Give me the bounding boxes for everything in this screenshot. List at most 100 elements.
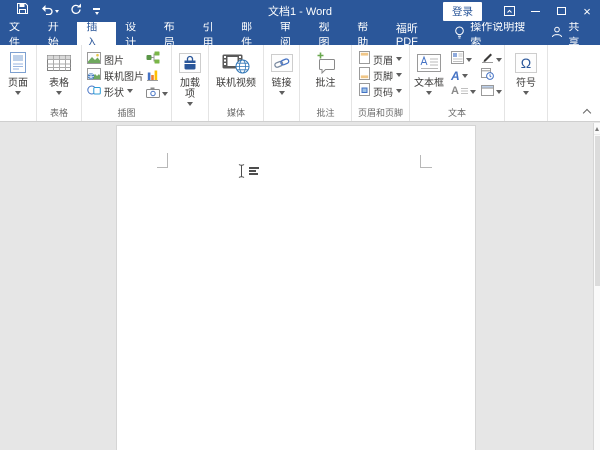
pages-icon [8,50,28,76]
header-dropdown-caret [396,57,402,61]
smartart-icon [146,51,160,69]
header-icon [359,51,370,67]
date-time-button[interactable] [481,69,502,82]
minimize-button[interactable] [522,0,548,22]
click-and-type-align-icon [249,167,259,175]
addins-button[interactable]: 加载项 [175,48,205,121]
scroll-up-button[interactable] [594,123,600,135]
ribbon-group-text: 文本框 A A [410,45,505,121]
links-button[interactable]: 链接 [269,48,295,121]
symbol-button[interactable]: Ω 符号 [513,48,539,121]
tab-layout[interactable]: 布局 [155,22,194,45]
customize-qat-button[interactable] [93,8,100,15]
screenshot-icon [146,85,160,103]
drop-cap-dropdown-caret [470,90,476,94]
tab-mailings[interactable]: 邮件 [232,22,271,45]
tab-home[interactable]: 开始 [39,22,78,45]
pictures-button[interactable]: 图片 [85,51,146,67]
title-bar: 文档1 - Word 登录 × [0,0,600,22]
shapes-dropdown-caret [127,89,133,93]
footer-dropdown-caret [396,73,402,77]
document-page[interactable] [116,125,476,450]
group-label-text: 文本 [410,106,504,119]
tab-review[interactable]: 审阅 [271,22,310,45]
page-number-button[interactable]: 页码 [357,83,404,99]
chart-button[interactable] [146,70,168,83]
redo-button[interactable] [70,2,82,20]
tab-design[interactable]: 设计 [116,22,155,45]
person-icon [551,26,563,41]
online-video-icon [222,50,250,76]
tab-references[interactable]: 引用 [193,22,232,45]
tab-insert[interactable]: 插入 [77,22,116,45]
online-picture-icon [87,68,101,83]
group-label-header-footer: 页眉和页脚 [352,106,409,119]
page-number-dropdown-caret [396,89,402,93]
page-number-icon [359,83,370,99]
text-cursor-icon [237,163,246,184]
addins-dropdown-caret [187,102,193,106]
ribbon-display-options-icon [504,4,515,19]
quick-parts-icon [451,51,464,69]
vertical-scrollbar[interactable] [593,123,600,450]
object-button[interactable] [481,85,502,98]
ribbon-group-media: 联机视频 媒体 [209,45,264,121]
tab-help[interactable]: 帮助 [348,22,387,45]
tab-view[interactable]: 视图 [310,22,349,45]
group-label-media: 媒体 [209,106,263,119]
scrollbar-thumb[interactable] [595,136,600,286]
collapse-ribbon-button[interactable] [583,108,591,116]
wordart-dropdown-caret [462,74,468,78]
document-area [0,122,600,450]
drop-cap-button[interactable]: A [451,85,476,98]
signature-line-button[interactable] [481,53,502,66]
margin-mark-top-right-icon [420,155,432,168]
lightbulb-icon [454,26,465,42]
tell-me-search[interactable]: 操作说明搜索 [446,22,539,45]
ribbon-group-comments: 批注 批注 [300,45,352,121]
online-pictures-button[interactable]: 联机图片 [85,67,146,83]
ribbon-group-addins: 加载项 [172,45,209,121]
undo-button[interactable] [40,2,59,20]
comment-icon [315,50,337,76]
shapes-button[interactable]: 形状 [85,83,146,99]
tab-file[interactable]: 文件 [0,22,39,45]
chart-icon [146,68,159,86]
pages-button[interactable]: 页面 [6,48,30,121]
smartart-button[interactable] [146,53,168,66]
redo-icon [70,2,82,20]
header-button[interactable]: 页眉 [357,51,404,67]
customize-qat-icon [93,8,100,10]
close-icon: × [583,4,591,19]
group-label-illustrations: 插图 [82,106,171,119]
textbox-dropdown-caret [426,91,432,95]
maximize-button[interactable] [548,0,574,22]
tab-foxit-pdf[interactable]: 福昕PDF [387,22,446,45]
word-window: 文档1 - Word 登录 × 文件 开始 插入 设计 布局 引用 邮件 审阅 … [0,0,600,450]
undo-icon [40,2,53,20]
ribbon-group-header-footer: 页眉 页脚 页码 页眉和页脚 [352,45,410,121]
wordart-icon: A [451,70,460,82]
textbox-icon [416,50,442,76]
footer-button[interactable]: 页脚 [357,67,404,83]
omega-icon: Ω [515,53,537,73]
wordart-button[interactable]: A [451,69,476,82]
margin-mark-top-left-icon [157,153,168,168]
quick-parts-button[interactable] [451,53,476,66]
picture-icon [87,52,101,67]
close-button[interactable]: × [574,0,600,22]
ribbon-display-options-button[interactable] [496,0,522,22]
ribbon-group-symbols: Ω 符号 [505,45,548,121]
screenshot-button[interactable] [146,87,168,100]
sign-in-button[interactable]: 登录 [443,2,482,21]
object-icon [481,83,494,101]
share-button[interactable]: 共享 [539,22,600,45]
ribbon-group-illustrations: 图片 联机图片 形状 [82,45,172,121]
object-dropdown-caret [496,90,502,94]
ribbon-filler [548,45,600,121]
shapes-icon [87,84,101,99]
save-button[interactable] [16,2,29,20]
titlebar-controls: 登录 × [443,0,600,22]
group-label-table: 表格 [37,106,81,119]
footer-icon [359,67,370,83]
